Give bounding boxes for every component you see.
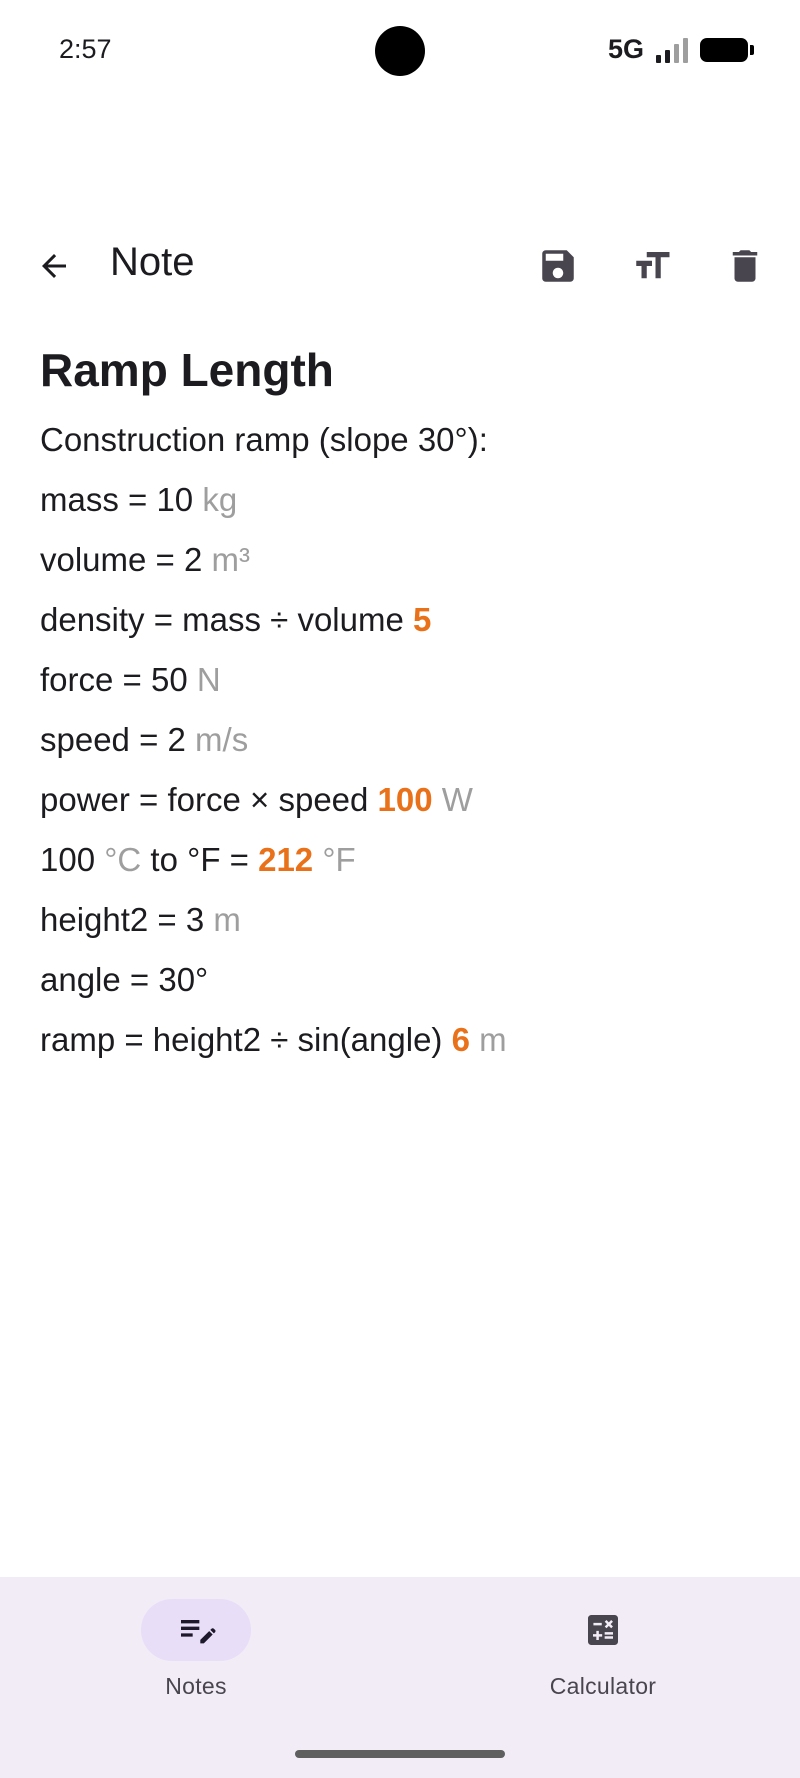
save-icon <box>542 250 574 282</box>
unit-label: m <box>213 901 241 938</box>
note-line[interactable]: height2 = 3 m <box>40 890 760 950</box>
expression-text: power = force × speed <box>40 781 378 818</box>
note-line[interactable]: mass = 10 kg <box>40 470 760 530</box>
expression-text: ramp = height2 ÷ sin(angle) <box>40 1021 452 1058</box>
expression-text <box>433 781 442 818</box>
note-line[interactable]: force = 50 N <box>40 650 760 710</box>
text-size-icon <box>636 252 670 279</box>
unit-label: N <box>196 661 221 698</box>
expression-text: volume = 2 <box>40 541 212 578</box>
back-button[interactable] <box>26 238 82 294</box>
unit-label: m³ <box>211 541 250 578</box>
expression-text: to °F = <box>141 841 259 878</box>
nav-item-calculator[interactable]: Calculator <box>493 1599 713 1719</box>
status-time: 2:57 <box>59 34 112 64</box>
expression-text: angle = 30° <box>40 961 209 998</box>
delete-button[interactable] <box>717 238 773 294</box>
expression-text <box>470 1021 479 1058</box>
expression-text: force = 50 <box>40 661 197 698</box>
battery-icon <box>700 37 754 62</box>
bottom-navigation: Notes Calculator <box>0 1577 800 1778</box>
computed-result: 212 <box>258 841 314 878</box>
note-line[interactable]: volume = 2 m³ <box>40 530 760 590</box>
expression-text <box>313 841 322 878</box>
note-line[interactable]: angle = 30° <box>40 950 760 1010</box>
front-camera <box>375 26 425 76</box>
nav-icon-container <box>548 1599 658 1661</box>
network-type: 5G <box>607 34 644 64</box>
computed-result: 5 <box>413 601 432 638</box>
unit-label: °F <box>322 841 356 878</box>
note-line[interactable]: density = mass ÷ volume 5 <box>40 590 760 650</box>
unit-label: W <box>441 781 473 818</box>
expression-text: mass = 10 <box>40 481 203 518</box>
expression-text: density = mass ÷ volume <box>40 601 414 638</box>
unit-label: kg <box>202 481 238 518</box>
save-button[interactable] <box>530 238 586 294</box>
note-editor[interactable]: Ramp Length Construction ramp (slope 30°… <box>40 338 760 1070</box>
calculator-icon <box>588 1615 618 1645</box>
text-size-button[interactable] <box>624 238 680 294</box>
computed-result: 6 <box>451 1021 470 1058</box>
nav-active-indicator <box>141 1599 251 1661</box>
note-line[interactable]: Construction ramp (slope 30°): <box>40 410 760 470</box>
note-line[interactable]: ramp = height2 ÷ sin(angle) 6 m <box>40 1010 760 1070</box>
page-title: Note <box>110 240 195 284</box>
signal-icon <box>656 37 688 63</box>
expression-text: Construction ramp (slope 30°): <box>40 421 488 458</box>
arrow-back-icon <box>42 254 66 278</box>
note-line[interactable]: speed = 2 m/s <box>40 710 760 770</box>
delete-icon <box>732 250 758 282</box>
top-app-bar: Note <box>0 220 800 308</box>
computed-result: 100 <box>377 781 433 818</box>
note-title[interactable]: Ramp Length <box>40 338 760 402</box>
status-bar: 2:57 5G <box>0 0 800 100</box>
expression-text: 100 <box>40 841 105 878</box>
expression-text: speed = 2 <box>40 721 196 758</box>
note-line[interactable]: power = force × speed 100 W <box>40 770 760 830</box>
nav-label-calculator: Calculator <box>549 1673 657 1699</box>
nav-item-notes[interactable]: Notes <box>86 1599 306 1719</box>
note-lines: Construction ramp (slope 30°): mass = 10 … <box>40 410 760 1070</box>
unit-label: °C <box>104 841 142 878</box>
status-indicators: 5G <box>607 34 754 65</box>
unit-label: m/s <box>195 721 249 758</box>
home-indicator[interactable] <box>295 1750 505 1758</box>
expression-text: height2 = 3 <box>40 901 214 938</box>
nav-label-notes: Notes <box>165 1673 227 1699</box>
note-line[interactable]: 100 °C to °F = 212 °F <box>40 830 760 890</box>
unit-label: m <box>479 1021 507 1058</box>
notes-edit-icon <box>181 1620 216 1644</box>
